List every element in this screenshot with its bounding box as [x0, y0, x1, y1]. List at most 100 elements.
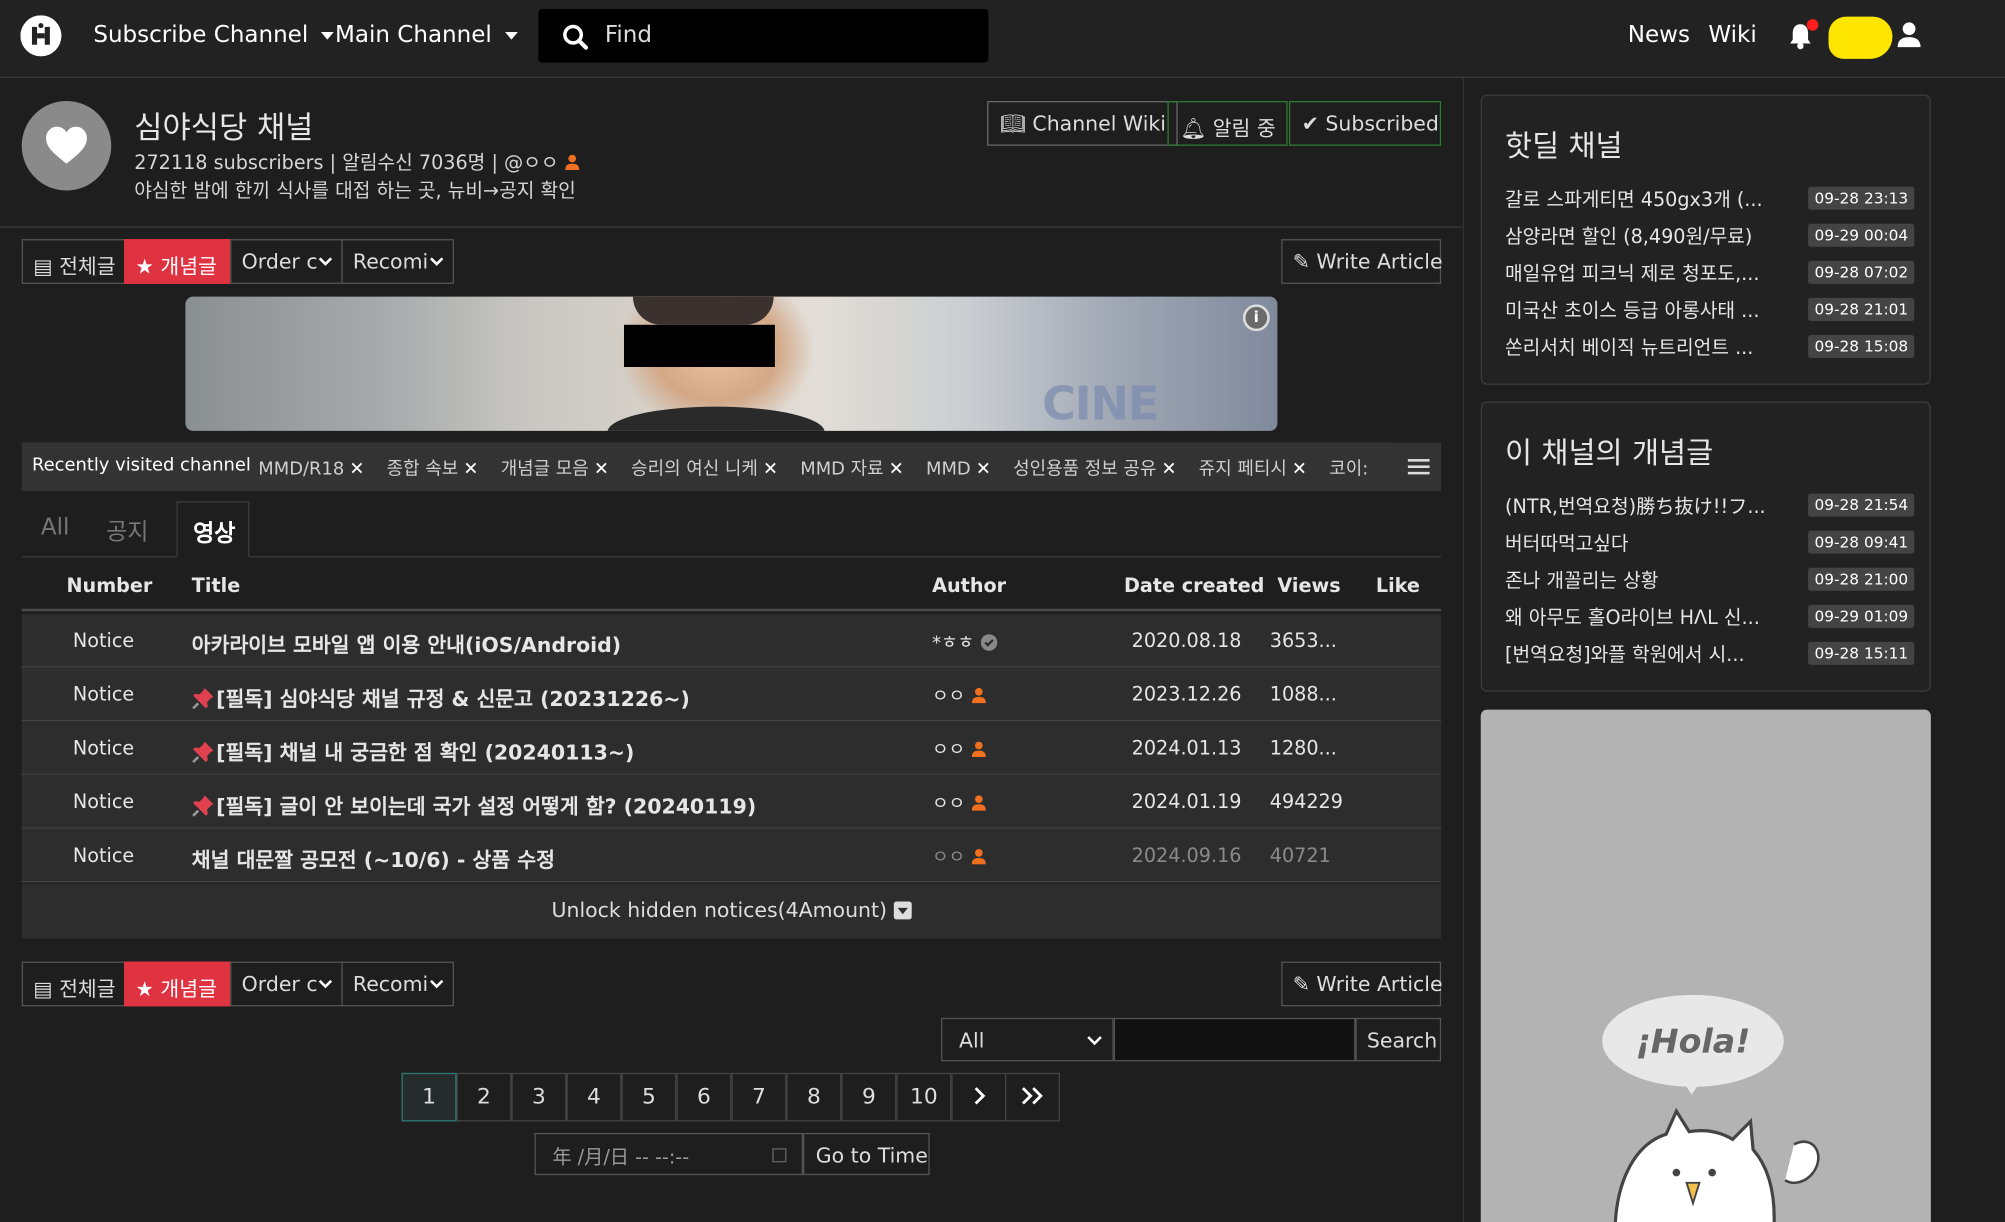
notification-bell-icon[interactable] [1788, 19, 1819, 50]
page-6[interactable]: 6 [676, 1072, 732, 1122]
article-search-input[interactable] [1113, 1017, 1356, 1062]
search-button[interactable]: Search [1355, 1017, 1442, 1062]
site-logo-icon[interactable] [20, 15, 62, 57]
list-item[interactable]: (NTR,번역요청)勝ち抜け!!フ... 09-28 21:54 [1505, 492, 1915, 519]
channel-wiki-button[interactable]: 📖︎ Channel Wiki [987, 101, 1178, 146]
tab-video[interactable]: 영상 [176, 501, 250, 558]
close-icon[interactable]: ✕ [594, 459, 609, 479]
channel-banner[interactable]: CINE BLUE i [185, 296, 1278, 431]
table-row[interactable]: Notice 아카라이브 모바일 앱 이용 안내(iOS/Android) *ㅎ… [21, 613, 1442, 668]
notification-dot [1806, 19, 1819, 31]
next-page-button[interactable] [951, 1072, 1007, 1122]
search-input[interactable]: Find [605, 22, 652, 49]
list-item[interactable]: 매일유업 피크닉 제로 청포도,... 09-28 07:02 [1505, 260, 1915, 287]
close-icon[interactable]: ✕ [976, 459, 991, 479]
person-icon [971, 741, 986, 757]
recommend-select[interactable]: Recomi [341, 961, 454, 1007]
datetime-input[interactable]: 年 /月/日 -- --:-- [534, 1132, 804, 1176]
best-posts-button[interactable]: ★ 개념글 [124, 239, 232, 284]
search-icon [563, 24, 589, 50]
star-icon: ★ [135, 976, 154, 1002]
post-title[interactable]: 채널 대문짤 공모전 (~10/6) - 상품 수정 [192, 843, 555, 874]
recent-channel[interactable]: MMD/R18 ✕ [258, 459, 364, 479]
recent-channel[interactable]: 승리의 여신 니케 ✕ [631, 459, 778, 479]
tab-notice[interactable]: 공지 [106, 514, 148, 547]
order-select[interactable]: Order c [230, 239, 343, 284]
post-title[interactable]: [필독] 글이 안 보이는데 국가 설정 어떻게 함? (20240119) [192, 789, 756, 820]
close-icon[interactable]: ✕ [1292, 459, 1307, 479]
recent-channel[interactable]: 개념글 모음 ✕ [501, 459, 609, 479]
recent-channel[interactable]: 성인용품 정보 공유 ✕ [1013, 459, 1176, 479]
post-author[interactable]: ㅇㅇ [932, 844, 986, 870]
recent-channel[interactable]: 종합 속보 ✕ [387, 459, 479, 479]
order-select[interactable]: Order c [230, 961, 343, 1007]
col-views: Views [1277, 574, 1341, 598]
close-icon[interactable]: ✕ [1161, 459, 1176, 479]
speech-bubble: ¡Hola! [1602, 994, 1784, 1095]
recent-channel[interactable]: 쥬지 페티시 ✕ [1199, 459, 1307, 479]
page-7[interactable]: 7 [731, 1072, 787, 1122]
unlock-hidden-notices-button[interactable]: Unlock hidden notices(4Amount) [21, 883, 1442, 939]
list-item[interactable]: 삼양라면 할인 (8,490원/무료) 09-29 00:04 [1505, 222, 1915, 249]
last-page-button[interactable] [1005, 1072, 1061, 1122]
all-posts-button[interactable]: ▤ 전체글 [21, 961, 126, 1007]
recommend-select[interactable]: Recomi [341, 239, 454, 284]
post-author[interactable]: ㅇㅇ [932, 790, 986, 816]
list-item[interactable]: 쏜리서치 베이직 뉴트리언트 ... 09-28 15:08 [1505, 334, 1915, 361]
col-number: Number [66, 574, 153, 598]
user-icon[interactable] [1897, 22, 1921, 48]
page-1[interactable]: 1 [401, 1072, 457, 1122]
post-author[interactable]: ㅇㅇ [932, 683, 986, 709]
close-icon[interactable]: ✕ [463, 459, 478, 479]
search-bar[interactable]: Find [538, 8, 989, 63]
close-icon[interactable]: ✕ [763, 459, 778, 479]
page-3[interactable]: 3 [511, 1072, 567, 1122]
table-row[interactable]: Notice [필독] 심야식당 채널 규정 & 신문고 (20231226~)… [21, 667, 1442, 722]
sidebar-ad[interactable]: ¡Hola! [1480, 709, 1931, 1222]
notify-button[interactable]: 🔔︎ 알림 중 [1167, 101, 1288, 146]
page-10[interactable]: 10 [896, 1072, 952, 1122]
post-title[interactable]: [필독] 심야식당 채널 규정 & 신문고 (20231226~) [192, 682, 690, 713]
page-9[interactable]: 9 [841, 1072, 897, 1122]
post-title[interactable]: 아카라이브 모바일 앱 이용 안내(iOS/Android) [192, 628, 621, 659]
page-8[interactable]: 8 [786, 1072, 842, 1122]
hamburger-menu-icon[interactable] [1395, 442, 1442, 492]
best-posts-card: 이 채널의 개념글 (NTR,번역요청)勝ち抜け!!フ... 09-28 21:5… [1480, 401, 1931, 692]
wiki-link[interactable]: Wiki [1708, 22, 1756, 49]
chevron-right-icon [974, 1087, 985, 1105]
calendar-icon[interactable] [772, 1148, 787, 1163]
search-scope-select[interactable]: All [941, 1017, 1114, 1062]
recent-channel[interactable]: MMD 자료 ✕ [800, 459, 903, 479]
avatar[interactable] [1828, 16, 1893, 59]
table-row[interactable]: Notice [필독] 글이 안 보이는데 국가 설정 어떻게 함? (2024… [21, 774, 1442, 829]
recent-channel[interactable]: MMD ✕ [926, 459, 991, 479]
list-item[interactable]: 존나 개꼴리는 상황 09-28 21:00 [1505, 566, 1915, 593]
list-item[interactable]: 버터따먹고싶다 09-28 09:41 [1505, 529, 1915, 556]
page-5[interactable]: 5 [621, 1072, 677, 1122]
all-posts-button[interactable]: ▤ 전체글 [21, 239, 126, 284]
news-link[interactable]: News [1628, 22, 1690, 49]
write-article-button[interactable]: ✎ Write Article [1281, 239, 1443, 284]
write-article-button[interactable]: ✎ Write Article [1281, 961, 1443, 1007]
list-item[interactable]: 갈로 스파게티면 450gx3개 (... 09-28 23:13 [1505, 185, 1915, 212]
subscribed-button[interactable]: ✔ Subscribed [1288, 101, 1442, 146]
go-to-time-button[interactable]: Go to Time [803, 1132, 930, 1176]
post-title[interactable]: [필독] 채널 내 궁금한 점 확인 (20240113~) [192, 735, 634, 766]
table-row[interactable]: Notice 채널 대문짤 공모전 (~10/6) - 상품 수정 ㅇㅇ 202… [21, 828, 1442, 883]
post-author[interactable]: *ㅎㅎ [932, 629, 998, 655]
best-posts-button[interactable]: ★ 개념글 [124, 961, 232, 1007]
close-icon[interactable]: ✕ [349, 459, 364, 479]
list-item[interactable]: 미국산 초이스 등급 아롱사태 ... 09-28 21:01 [1505, 297, 1915, 324]
subscribe-channel-menu[interactable]: Subscribe Channel [93, 22, 334, 49]
table-row[interactable]: Notice [필독] 채널 내 궁금한 점 확인 (20240113~) ㅇㅇ… [21, 721, 1442, 775]
page-4[interactable]: 4 [566, 1072, 622, 1122]
list-item[interactable]: 왜 아무도 홀O라이브 HΛL 신... 09-29 01:09 [1505, 604, 1915, 631]
info-icon[interactable]: i [1242, 304, 1270, 332]
close-icon[interactable]: ✕ [889, 459, 904, 479]
tab-all[interactable]: All [41, 514, 70, 541]
main-channel-menu[interactable]: Main Channel [335, 22, 518, 49]
list-item[interactable]: [번역요청]와플 학원에서 시... 09-28 15:11 [1505, 641, 1915, 668]
page-2[interactable]: 2 [456, 1072, 512, 1122]
recent-channel[interactable]: 코이: [1329, 459, 1368, 479]
post-author[interactable]: ㅇㅇ [932, 737, 986, 763]
